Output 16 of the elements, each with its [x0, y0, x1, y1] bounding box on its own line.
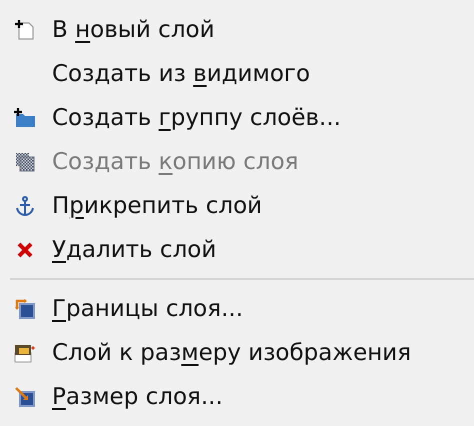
- copy-layer-icon: [14, 151, 36, 173]
- menu-item[interactable]: Удалить слой: [52, 237, 216, 263]
- layer-to-image-icon: [13, 342, 37, 364]
- layer-boundary-icon: [14, 298, 36, 320]
- menu-item[interactable]: Размер слоя...: [52, 384, 223, 410]
- delete-icon: [16, 241, 34, 259]
- menu-item[interactable]: В новый слой: [52, 17, 215, 43]
- layer-size-icon: [14, 386, 36, 408]
- menu-item[interactable]: Слой к размеру изображения: [52, 340, 412, 366]
- menu-item[interactable]: Создать группу слоёв...: [52, 105, 341, 131]
- anchor-icon: [14, 195, 36, 217]
- menu-item[interactable]: Создать из видимого: [52, 61, 310, 87]
- new-page-icon: [14, 19, 36, 41]
- menu-item[interactable]: Прикрепить слой: [52, 193, 262, 219]
- menu-item[interactable]: Границы слоя...: [52, 296, 244, 322]
- folder-plus-icon: [13, 107, 37, 129]
